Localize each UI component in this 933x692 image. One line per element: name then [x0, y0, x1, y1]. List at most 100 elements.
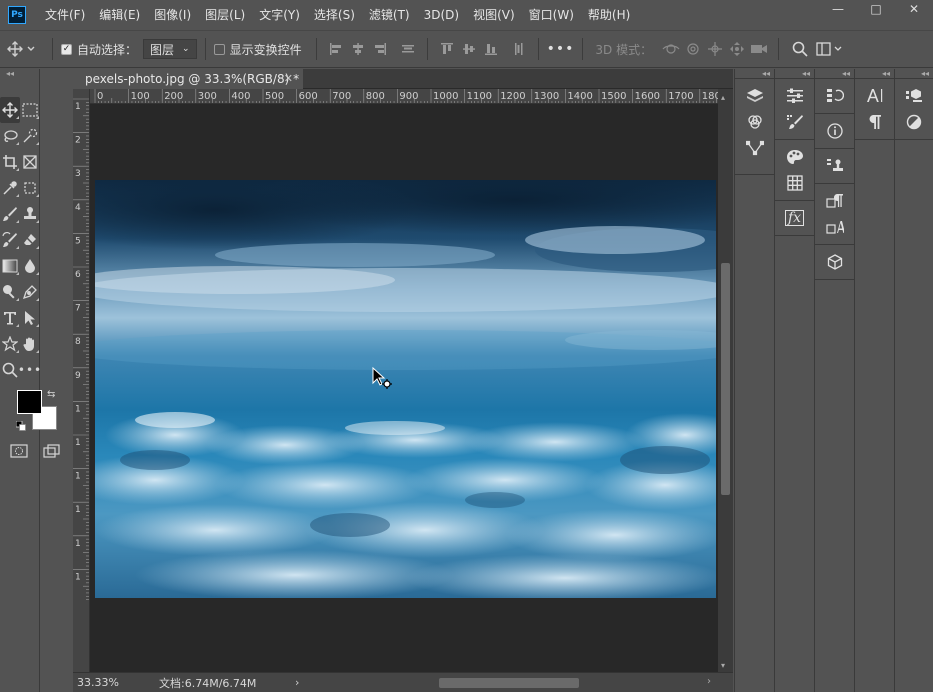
styles-fx-icon[interactable]: fx	[775, 205, 814, 231]
type-tool-icon[interactable]	[0, 305, 20, 331]
history-brush-tool-icon[interactable]	[0, 227, 20, 253]
vertical-scroll-thumb[interactable]	[721, 263, 730, 495]
vertical-scrollbar[interactable]: ▴ ▾	[718, 89, 733, 672]
align-top-icon[interactable]	[436, 30, 458, 68]
collapse-panel-icon[interactable]: ◂◂	[815, 69, 854, 79]
maximize-button[interactable]: □	[857, 0, 895, 18]
vertical-ruler[interactable]: 1 2 3 4 5 6 7 8 9 1 1 1 1 1 1	[73, 89, 90, 672]
scroll-right-icon[interactable]: ›	[707, 676, 711, 687]
collapse-panel-icon[interactable]: ◂◂	[855, 69, 894, 79]
collapse-panel-icon[interactable]: ◂◂	[735, 69, 774, 79]
default-colors-icon[interactable]	[15, 420, 26, 431]
adjustment-circle-icon[interactable]	[895, 109, 933, 135]
distribute-icon[interactable]	[397, 30, 419, 68]
ruler-tick-label: 1600	[635, 91, 660, 102]
auto-select-checkbox[interactable]: ✓	[61, 43, 72, 55]
align-center-h-icon[interactable]	[347, 30, 369, 68]
close-window-button[interactable]: ✕	[895, 0, 933, 18]
collapse-panel-icon[interactable]: ◂◂	[895, 69, 933, 79]
scroll-up-icon[interactable]: ▴	[721, 93, 725, 102]
channels-icon[interactable]	[735, 109, 774, 135]
3d-roll-icon[interactable]	[682, 30, 704, 68]
menu-image[interactable]: 图像(I)	[147, 0, 198, 30]
properties-icon[interactable]	[895, 83, 933, 109]
clone-source-icon[interactable]	[815, 153, 854, 179]
quick-select-tool-icon[interactable]	[20, 123, 40, 149]
menu-3d[interactable]: 3D(D)	[417, 0, 466, 30]
align-bottom-icon[interactable]	[480, 30, 502, 68]
menu-edit[interactable]: 编辑(E)	[92, 0, 147, 30]
eyedropper-tool-icon[interactable]	[0, 175, 20, 201]
auto-select-target-dropdown[interactable]: 图层 ⌄	[143, 39, 197, 59]
swap-colors-icon[interactable]: ⇆	[47, 389, 55, 400]
search-icon[interactable]	[787, 30, 813, 68]
layers-icon[interactable]	[735, 83, 774, 109]
foreground-color-swatch[interactable]	[17, 390, 42, 414]
brush-settings-icon[interactable]	[775, 109, 814, 135]
frame-tool-icon[interactable]	[20, 149, 40, 175]
show-transform-checkbox[interactable]	[213, 43, 225, 55]
3d-orbit-icon[interactable]	[660, 30, 682, 68]
character-icon[interactable]	[855, 83, 894, 109]
gradient-tool-icon[interactable]	[0, 253, 20, 279]
hand-tool-icon[interactable]	[20, 331, 40, 357]
pen-tool-icon[interactable]	[20, 279, 40, 305]
3d-cube-icon[interactable]	[815, 249, 854, 275]
3d-pan-icon[interactable]	[704, 30, 726, 68]
dodge-tool-icon[interactable]	[0, 279, 20, 305]
blur-tool-icon[interactable]	[20, 253, 40, 279]
crop-tool-icon[interactable]	[0, 149, 20, 175]
window-controls: — □ ✕	[819, 0, 933, 18]
eraser-tool-icon[interactable]	[20, 227, 40, 253]
document-canvas[interactable]	[90, 104, 718, 672]
more-tools-icon[interactable]: •••	[18, 357, 41, 383]
align-left-icon[interactable]	[325, 30, 347, 68]
info-icon[interactable]	[815, 118, 854, 144]
horizontal-scroll-thumb[interactable]	[439, 678, 579, 688]
screen-mode-icon[interactable]	[43, 444, 61, 461]
shape-tool-icon[interactable]	[0, 331, 20, 357]
adjustments-icon[interactable]	[775, 83, 814, 109]
paragraph-icon[interactable]	[855, 109, 894, 135]
menu-filter[interactable]: 滤镜(T)	[362, 0, 417, 30]
menu-layer[interactable]: 图层(L)	[198, 0, 252, 30]
paths-icon[interactable]	[735, 135, 774, 161]
workspace-icon[interactable]	[813, 30, 845, 68]
align-right-icon[interactable]	[369, 30, 391, 68]
align-middle-v-icon[interactable]	[458, 30, 480, 68]
marquee-tool-icon[interactable]	[20, 97, 40, 123]
paragraph-styles-icon[interactable]	[815, 188, 854, 214]
clone-stamp-tool-icon[interactable]	[20, 201, 40, 227]
collapse-panel-icon[interactable]: ◂◂	[775, 69, 814, 79]
distribute-v-icon[interactable]	[508, 30, 530, 68]
more-options-button[interactable]: •••	[547, 41, 575, 57]
collapse-icon[interactable]: ◂◂	[0, 69, 39, 79]
move-tool-preset-icon[interactable]	[0, 30, 44, 68]
close-tab-icon[interactable]: ✕	[284, 69, 293, 89]
3d-camera-icon[interactable]	[748, 30, 770, 68]
menu-view[interactable]: 视图(V)	[466, 0, 522, 30]
character-styles-icon[interactable]	[815, 214, 854, 240]
path-select-tool-icon[interactable]	[20, 305, 40, 331]
brush-tool-icon[interactable]	[0, 201, 20, 227]
menu-type[interactable]: 文字(Y)	[252, 0, 307, 30]
lasso-tool-icon[interactable]	[0, 123, 20, 149]
minimize-button[interactable]: —	[819, 0, 857, 18]
swatches-grid-icon[interactable]	[775, 170, 814, 196]
3d-slide-icon[interactable]	[726, 30, 748, 68]
quick-mask-icon[interactable]	[10, 444, 28, 461]
history-icon[interactable]	[815, 83, 854, 109]
menu-select[interactable]: 选择(S)	[307, 0, 362, 30]
horizontal-ruler[interactable]: 0 100 200 300 400 500 600 700 800 900 1000 1100 1200…	[90, 89, 718, 104]
document-tab[interactable]: pexels-photo.jpg @ 33.3%(RGB/8) * ✕	[73, 69, 303, 89]
menu-help[interactable]: 帮助(H)	[581, 0, 637, 30]
scroll-down-icon[interactable]: ▾	[721, 661, 725, 670]
zoom-level[interactable]: 33.33%	[77, 676, 159, 689]
move-tool-icon[interactable]	[0, 97, 20, 123]
menu-file[interactable]: 文件(F)	[38, 0, 92, 30]
ruler-tick-label: 5	[75, 236, 81, 246]
frame-select-icon[interactable]	[20, 175, 40, 201]
menu-window[interactable]: 窗口(W)	[522, 0, 581, 30]
status-arrow-icon[interactable]: ›	[295, 676, 299, 689]
color-palette-icon[interactable]	[775, 144, 814, 170]
